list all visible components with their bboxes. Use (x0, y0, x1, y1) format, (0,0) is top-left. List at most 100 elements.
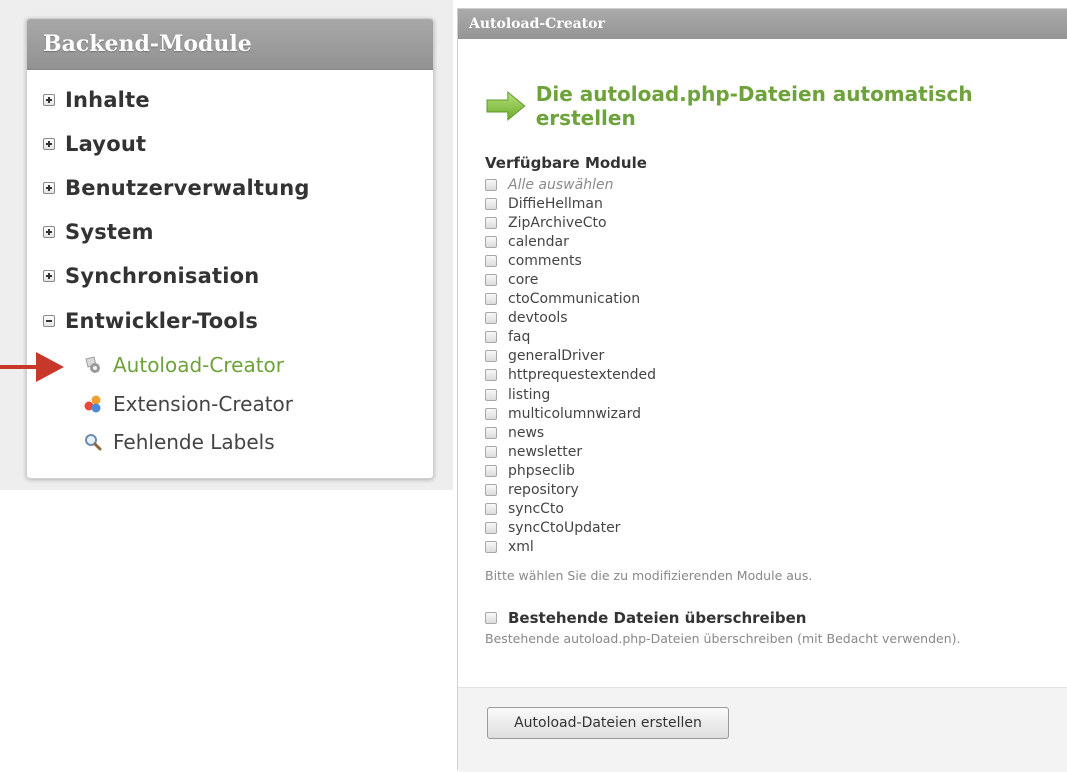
module-label: syncCto (508, 501, 564, 518)
panel-headline: Die autoload.php-Dateien automatisch ers… (486, 82, 1067, 130)
pointer-arrow-icon (36, 352, 64, 382)
overwrite-checkbox[interactable] (485, 612, 497, 624)
module-row[interactable]: calendar (485, 232, 656, 251)
magnifier-icon (83, 432, 103, 452)
module-row[interactable]: xml (485, 538, 656, 557)
module-label: xml (508, 539, 534, 556)
nav-item-label: Extension-Creator (113, 392, 294, 416)
nav-group-label: Synchronisation (65, 264, 260, 288)
nav-group-label: Entwickler-Tools (65, 309, 259, 333)
headline-text: Die autoload.php-Dateien automatisch ers… (535, 82, 973, 130)
nav-group-entwickler-tools[interactable]: Entwickler-Tools (43, 307, 258, 335)
module-row[interactable]: ctoCommunication (485, 290, 656, 309)
nav-item-extension-creator[interactable]: Extension-Creator (83, 391, 293, 417)
module-label: httprequestextended (508, 367, 656, 384)
nav-title: Backend-Module (27, 19, 433, 70)
nav-item-label: Autoload-Creator (113, 353, 285, 377)
module-row[interactable]: generalDriver (485, 347, 656, 366)
module-label: generalDriver (508, 348, 605, 365)
expand-icon[interactable] (43, 182, 55, 194)
module-checkbox[interactable] (485, 426, 497, 439)
module-row[interactable]: ZipArchiveCto (485, 213, 656, 232)
module-row[interactable]: syncCto (485, 500, 656, 519)
expand-icon[interactable] (43, 94, 55, 106)
green-arrow-icon (486, 91, 526, 121)
panel-title: Autoload-Creator (458, 9, 1067, 39)
module-label: devtools (508, 310, 568, 327)
collapse-icon[interactable] (43, 315, 55, 327)
module-checkbox[interactable] (485, 254, 497, 267)
module-checkbox[interactable] (485, 369, 497, 382)
module-checkbox[interactable] (485, 197, 497, 210)
module-label: comments (508, 252, 582, 269)
nav-group-label: System (65, 220, 154, 244)
module-row[interactable]: devtools (485, 309, 656, 328)
module-label: ZipArchiveCto (508, 214, 607, 231)
module-row[interactable]: newsletter (485, 442, 656, 461)
module-label: ctoCommunication (508, 291, 641, 308)
module-checkbox[interactable] (485, 484, 497, 497)
overwrite-row[interactable]: Bestehende Dateien überschreiben (485, 609, 806, 627)
nav-group-layout[interactable]: Layout (43, 130, 146, 158)
nav-group-inhalte[interactable]: Inhalte (43, 86, 150, 114)
module-checkbox[interactable] (485, 350, 497, 363)
module-label: core (508, 272, 539, 289)
module-checkbox[interactable] (485, 312, 497, 325)
module-checkbox[interactable] (485, 522, 497, 535)
expand-icon[interactable] (43, 270, 55, 282)
module-label: newsletter (508, 443, 583, 460)
module-row[interactable]: listing (485, 385, 656, 404)
expand-icon[interactable] (43, 138, 55, 150)
nav-group-benutzerverwaltung[interactable]: Benutzerverwaltung (43, 174, 310, 202)
nav-item-autoload-creator[interactable]: Autoload-Creator (83, 352, 284, 378)
nav-item-label: Fehlende Labels (113, 430, 275, 454)
nav-group-label: Benutzerverwaltung (65, 176, 310, 200)
module-row[interactable]: phpseclib (485, 461, 656, 480)
module-checkbox[interactable] (485, 293, 497, 306)
module-checkbox[interactable] (485, 407, 497, 420)
module-label: syncCtoUpdater (508, 520, 621, 537)
nav-group-label: Layout (65, 132, 147, 156)
backend-modules-navigation: Backend-Module Inhalte Layout Benutzerve… (26, 18, 434, 479)
module-row[interactable]: core (485, 270, 656, 289)
module-checkbox[interactable] (485, 274, 497, 287)
select-all-checkbox[interactable] (485, 178, 497, 191)
nav-item-fehlende-labels[interactable]: Fehlende Labels (83, 429, 275, 455)
module-row[interactable]: faq (485, 328, 656, 347)
overwrite-label: Bestehende Dateien überschreiben (508, 609, 807, 627)
modules-hint: Bitte wählen Sie die zu modifizierenden … (485, 568, 813, 583)
create-autoload-files-button[interactable]: Autoload-Dateien erstellen (487, 707, 729, 739)
nav-group-synchronisation[interactable]: Synchronisation (43, 262, 259, 290)
nav-group-label: Inhalte (65, 88, 150, 112)
module-row[interactable]: news (485, 423, 656, 442)
module-row[interactable]: DiffieHellman (485, 194, 656, 213)
module-checkbox[interactable] (485, 235, 497, 248)
modules-label: Verfügbare Module (485, 154, 647, 172)
module-label: faq (508, 329, 531, 346)
select-all-row[interactable]: Alle auswählen (485, 175, 656, 194)
module-label: listing (508, 386, 551, 403)
module-row[interactable]: comments (485, 251, 656, 270)
module-checkbox[interactable] (485, 503, 497, 516)
module-label: phpseclib (508, 462, 575, 479)
autoload-gear-icon (83, 355, 103, 375)
module-row[interactable]: httprequestextended (485, 366, 656, 385)
module-checkbox[interactable] (485, 464, 497, 477)
nav-group-system[interactable]: System (43, 218, 154, 246)
extension-puzzle-icon (83, 394, 103, 414)
module-label: multicolumnwizard (508, 405, 641, 422)
module-row[interactable]: syncCtoUpdater (485, 519, 656, 538)
module-checkbox-list: Alle auswählen DiffieHellman ZipArchiveC… (485, 175, 656, 557)
module-checkbox[interactable] (485, 445, 497, 458)
module-checkbox[interactable] (485, 388, 497, 401)
module-checkbox[interactable] (485, 216, 497, 229)
module-checkbox[interactable] (485, 331, 497, 344)
module-row[interactable]: repository (485, 481, 656, 500)
module-label: calendar (508, 233, 569, 250)
expand-icon[interactable] (43, 226, 55, 238)
module-checkbox[interactable] (485, 541, 497, 554)
overwrite-hint: Bestehende autoload.php-Dateien überschr… (485, 631, 961, 646)
module-label: DiffieHellman (508, 195, 603, 212)
module-row[interactable]: multicolumnwizard (485, 404, 656, 423)
module-label: news (508, 424, 545, 441)
